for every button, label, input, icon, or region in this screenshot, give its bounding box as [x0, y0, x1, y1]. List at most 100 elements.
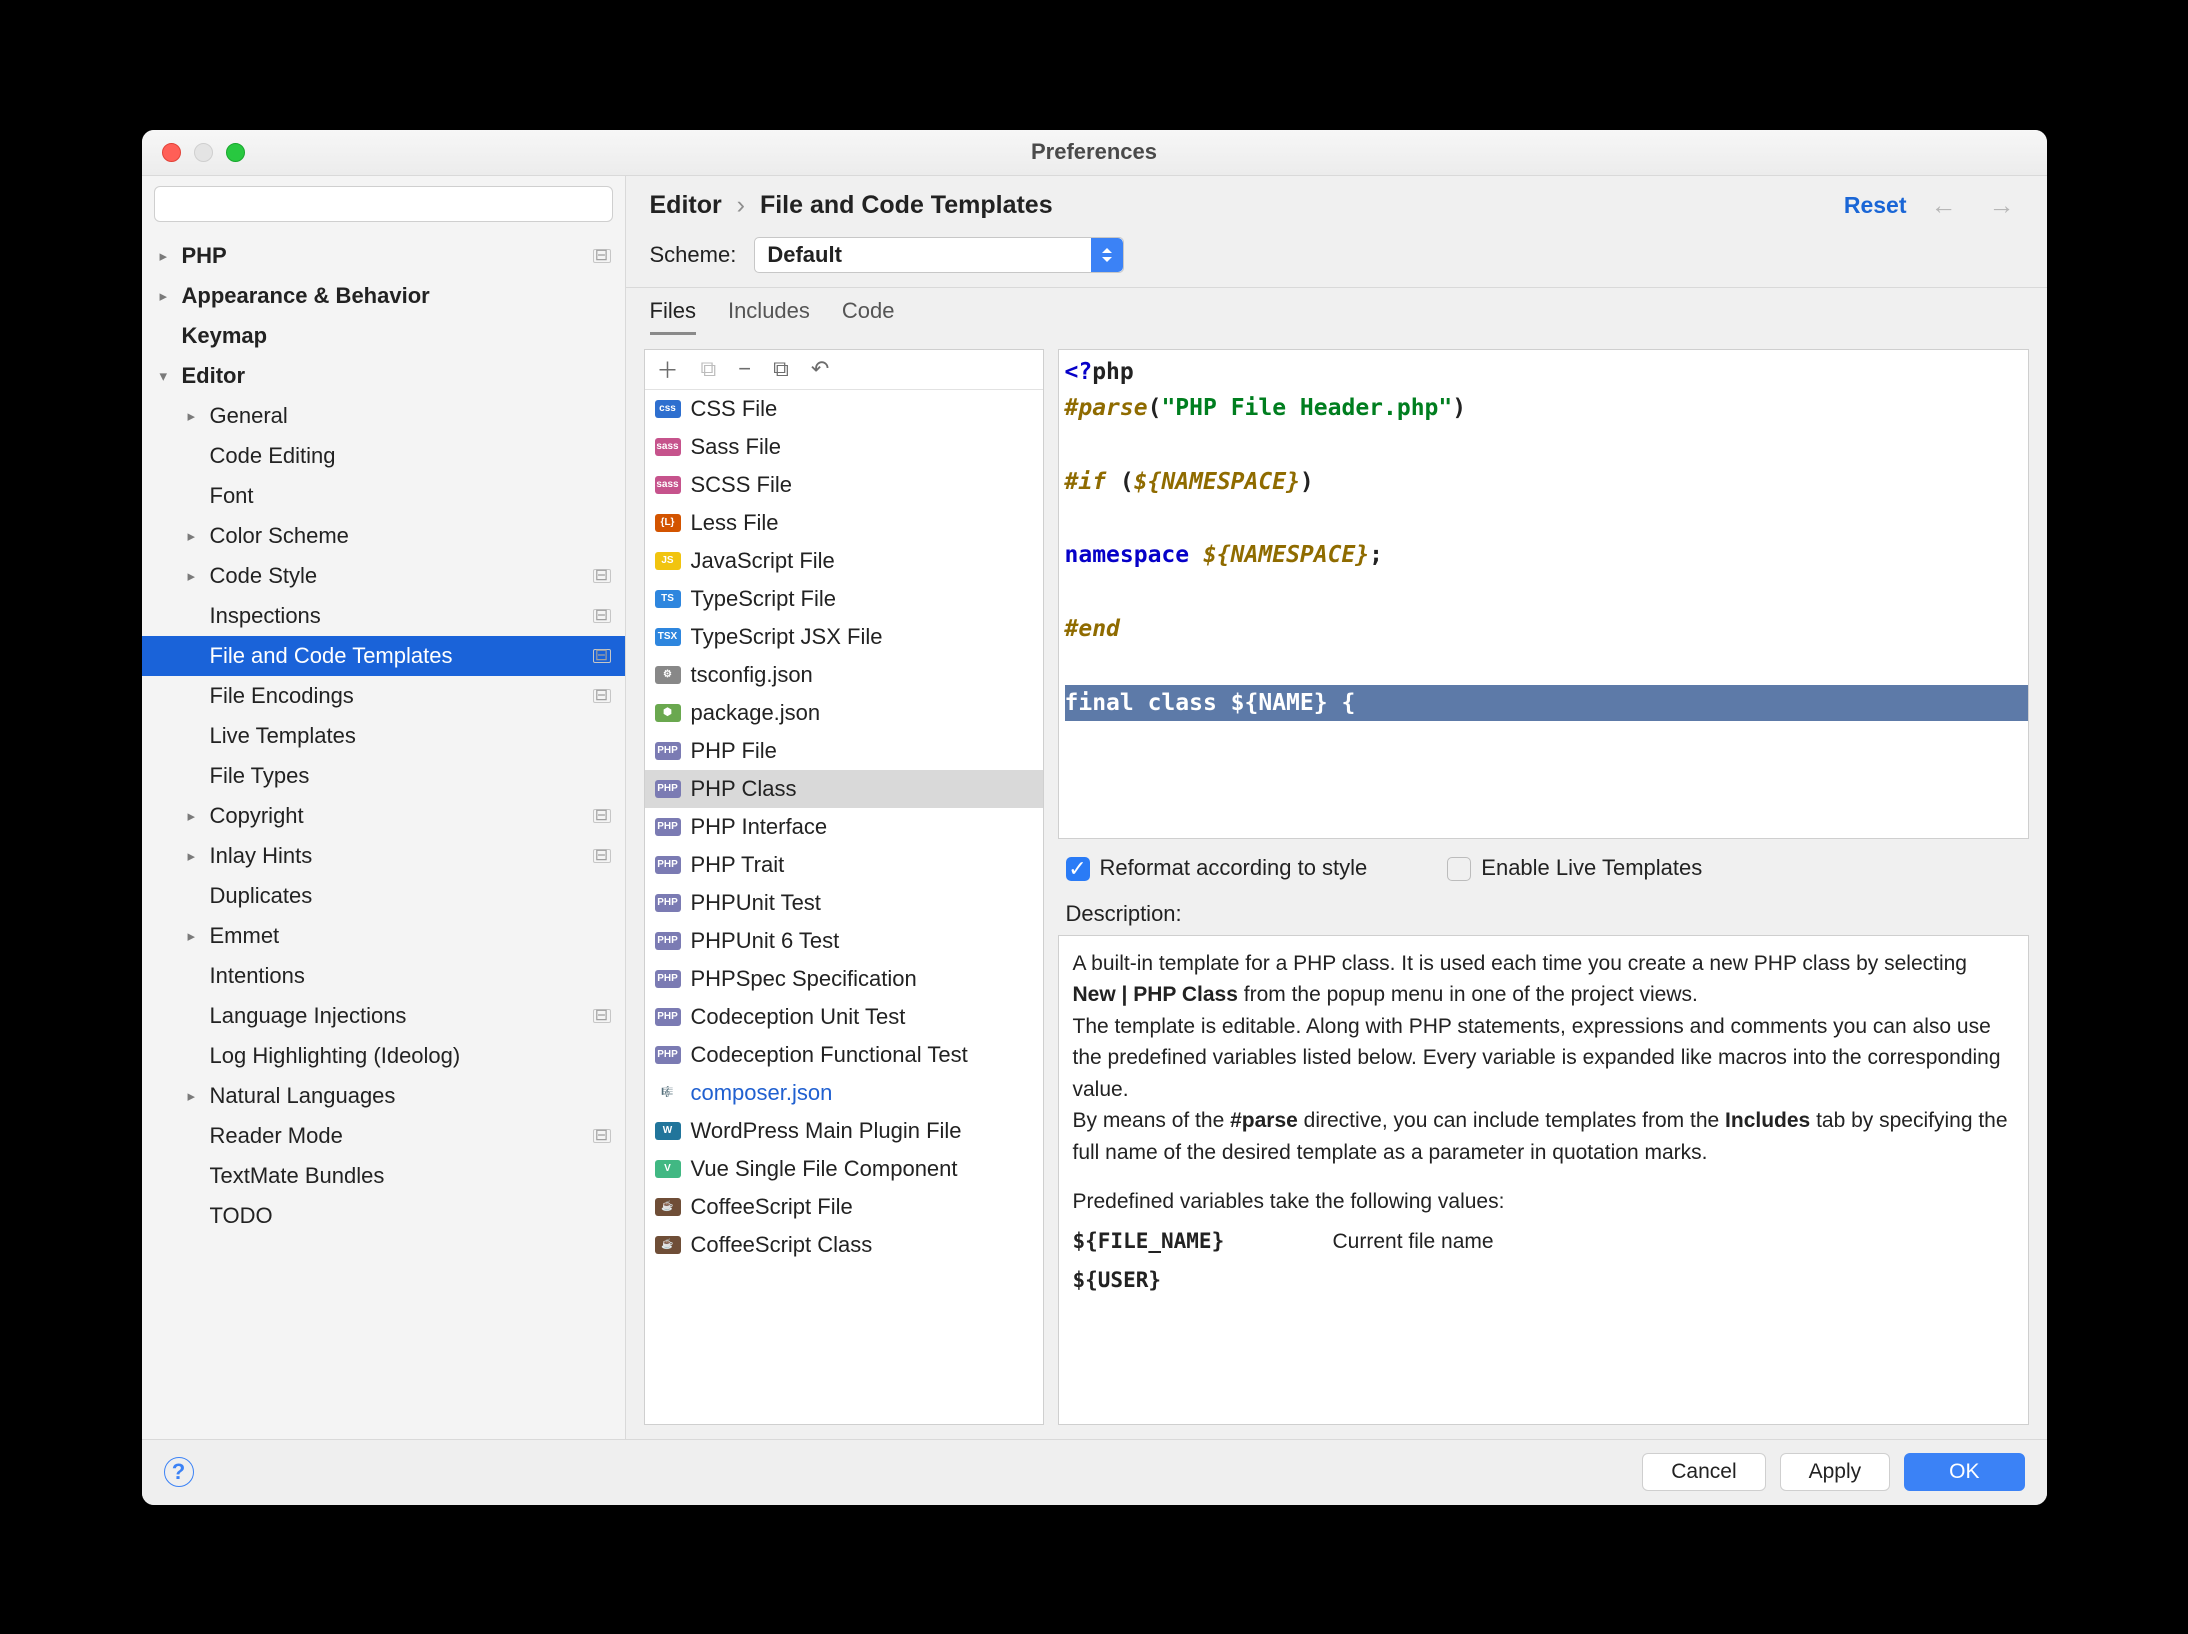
sidebar-item[interactable]: ▸Color Scheme	[142, 516, 625, 556]
sidebar-item[interactable]: Reader Mode⊟	[142, 1116, 625, 1156]
sidebar-item-label: Duplicates	[210, 883, 313, 909]
add-template-icon[interactable]: ＋	[657, 353, 679, 385]
filetype-icon: W	[655, 1122, 681, 1140]
sidebar-item[interactable]: TextMate Bundles	[142, 1156, 625, 1196]
template-name: TypeScript File	[691, 586, 837, 612]
template-name: TypeScript JSX File	[691, 624, 883, 650]
sidebar-item[interactable]: Log Highlighting (Ideolog)	[142, 1036, 625, 1076]
sidebar-item[interactable]: Duplicates	[142, 876, 625, 916]
scheme-select[interactable]: Default	[754, 237, 1124, 273]
check-icon	[1447, 857, 1471, 881]
filetype-icon: 🎼	[655, 1084, 681, 1102]
template-list-item[interactable]: PHPCodeception Unit Test	[645, 998, 1043, 1036]
sidebar-item[interactable]: ▸PHP⊟	[142, 236, 625, 276]
template-list-item[interactable]: cssCSS File	[645, 390, 1043, 428]
sidebar-item[interactable]: ▾Editor	[142, 356, 625, 396]
sidebar-item-label: Reader Mode	[210, 1123, 343, 1149]
template-list-item[interactable]: ☕CoffeeScript File	[645, 1188, 1043, 1226]
ok-button[interactable]: OK	[1904, 1453, 2024, 1491]
sidebar-item[interactable]: ▸Code Style⊟	[142, 556, 625, 596]
sidebar-item[interactable]: Font	[142, 476, 625, 516]
template-list-item[interactable]: JSJavaScript File	[645, 542, 1043, 580]
template-list-item[interactable]: PHPPHP Class	[645, 770, 1043, 808]
filetype-icon: V	[655, 1160, 681, 1178]
template-list-item[interactable]: sassSCSS File	[645, 466, 1043, 504]
template-list-item[interactable]: ☕ CoffeeScript Class	[645, 1226, 1043, 1264]
sidebar-item[interactable]: ▸Inlay Hints⊟	[142, 836, 625, 876]
enable-live-templates-checkbox[interactable]: Enable Live Templates	[1447, 855, 1702, 881]
template-list-item[interactable]: WWordPress Main Plugin File	[645, 1112, 1043, 1150]
sidebar-item[interactable]: Keymap	[142, 316, 625, 356]
breadcrumb-current: File and Code Templates	[760, 191, 1053, 219]
template-name: Sass File	[691, 434, 781, 460]
reset-link[interactable]: Reset	[1844, 192, 1907, 219]
sidebar-item[interactable]: Inspections⊟	[142, 596, 625, 636]
add-child-template-icon[interactable]: ⧉	[701, 356, 717, 382]
template-list-item[interactable]: sassSass File	[645, 428, 1043, 466]
revert-template-icon[interactable]: ↶	[811, 356, 829, 382]
chevron-updown-icon	[1091, 238, 1123, 272]
sidebar-item[interactable]: Code Editing	[142, 436, 625, 476]
help-icon[interactable]: ?	[164, 1457, 194, 1487]
template-name: CoffeeScript Class	[691, 1232, 873, 1258]
filetype-icon: TSX	[655, 628, 681, 646]
tab[interactable]: Includes	[728, 298, 810, 335]
template-list-item[interactable]: VVue Single File Component	[645, 1150, 1043, 1188]
sidebar-item[interactable]: ▸Emmet	[142, 916, 625, 956]
cancel-button[interactable]: Cancel	[1642, 1453, 1765, 1491]
template-name: PHPSpec Specification	[691, 966, 917, 992]
template-list-item[interactable]: PHPPHPUnit Test	[645, 884, 1043, 922]
sidebar-item[interactable]: ▸General	[142, 396, 625, 436]
search-input[interactable]	[154, 186, 613, 222]
template-list-item[interactable]: PHPPHPSpec Specification	[645, 960, 1043, 998]
sidebar-item[interactable]: Language Injections⊟	[142, 996, 625, 1036]
sidebar-item-label: Intentions	[210, 963, 305, 989]
chevron-icon: ▸	[160, 247, 176, 265]
remove-template-icon[interactable]: −	[738, 356, 751, 382]
scope-icon: ⊟	[593, 809, 611, 823]
template-list-item[interactable]: PHPPHPUnit 6 Test	[645, 922, 1043, 960]
sidebar-item[interactable]: File and Code Templates⊟	[142, 636, 625, 676]
sidebar-item-label: Color Scheme	[210, 523, 349, 549]
sidebar-item[interactable]: TODO	[142, 1196, 625, 1236]
template-list-item[interactable]: {L}Less File	[645, 504, 1043, 542]
template-name: PHP Interface	[691, 814, 828, 840]
sidebar-item[interactable]: Live Templates	[142, 716, 625, 756]
sidebar-item[interactable]: ▸Natural Languages	[142, 1076, 625, 1116]
template-list-item[interactable]: ⬢package.json	[645, 694, 1043, 732]
sidebar-item[interactable]: File Encodings⊟	[142, 676, 625, 716]
template-name: PHPUnit Test	[691, 890, 821, 916]
apply-button[interactable]: Apply	[1780, 1453, 1891, 1491]
scope-icon: ⊟	[593, 649, 611, 663]
template-list-item[interactable]: TSTypeScript File	[645, 580, 1043, 618]
settings-tree[interactable]: ▸PHP⊟▸Appearance & BehaviorKeymap▾Editor…	[142, 232, 625, 1439]
template-list-item[interactable]: PHPCodeception Functional Test	[645, 1036, 1043, 1074]
filetype-icon: PHP	[655, 742, 681, 760]
template-list-item[interactable]: PHPPHP Interface	[645, 808, 1043, 846]
filetype-icon: ☕	[655, 1236, 681, 1254]
template-name: PHP Class	[691, 776, 797, 802]
reformat-checkbox[interactable]: ✓Reformat according to style	[1066, 855, 1368, 881]
sidebar-item[interactable]: ▸Copyright⊟	[142, 796, 625, 836]
chevron-icon: ▸	[188, 407, 204, 425]
sidebar-item[interactable]: ▸Appearance & Behavior	[142, 276, 625, 316]
sidebar-item[interactable]: File Types	[142, 756, 625, 796]
template-list-item[interactable]: 🎼composer.json	[645, 1074, 1043, 1112]
copy-template-icon[interactable]: ⧉	[773, 356, 789, 382]
tab[interactable]: Code	[842, 298, 895, 335]
template-list-item[interactable]: PHPPHP Trait	[645, 846, 1043, 884]
filetype-icon: {L}	[655, 514, 681, 532]
template-name: CSS File	[691, 396, 778, 422]
template-list[interactable]: cssCSS FilesassSass FilesassSCSS File{L}…	[645, 390, 1043, 1424]
template-name: package.json	[691, 700, 821, 726]
template-list-item[interactable]: ⚙tsconfig.json	[645, 656, 1043, 694]
chevron-right-icon: ›	[729, 191, 753, 219]
tab[interactable]: Files	[650, 298, 696, 335]
description-heading: Description:	[1058, 897, 2029, 935]
filetype-icon: PHP	[655, 1046, 681, 1064]
sidebar-item[interactable]: Intentions	[142, 956, 625, 996]
template-list-item[interactable]: TSX TypeScript JSX File	[645, 618, 1043, 656]
template-list-item[interactable]: PHPPHP File	[645, 732, 1043, 770]
chevron-icon: ▸	[188, 847, 204, 865]
template-editor[interactable]: <?php #parse("PHP File Header.php") #if …	[1058, 349, 2029, 839]
